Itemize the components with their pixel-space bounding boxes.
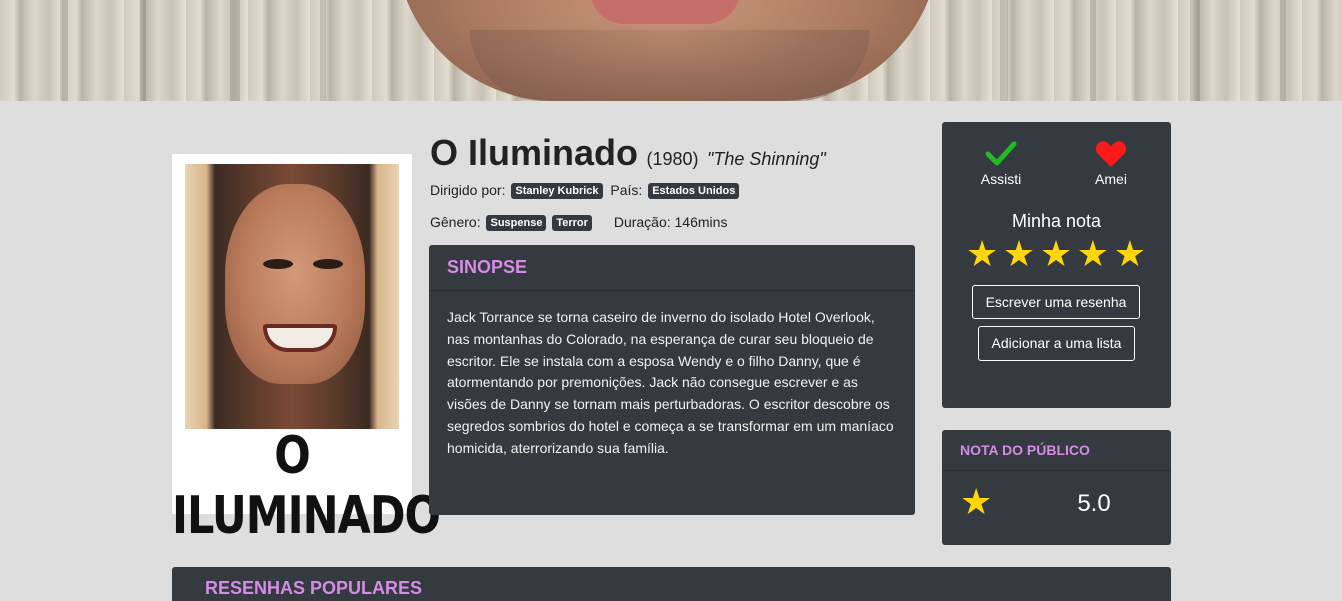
add-to-list-button[interactable]: Adicionar a uma lista — [978, 326, 1135, 361]
synopsis-text: Jack Torrance se torna caseiro de invern… — [447, 309, 894, 456]
country-label: País: — [610, 182, 643, 198]
popular-reviews-card: RESENHAS POPULARES — [172, 567, 1171, 601]
genre-duration-row: Gênero: Suspense Terror Duração: 146mins — [430, 214, 727, 231]
my-rating-label: Minha nota — [1011, 211, 1102, 231]
movie-poster: O ILUMINADO — [172, 154, 441, 546]
loved-button[interactable]: Amei — [1076, 140, 1146, 187]
synopsis-card: SINOPSE Jack Torrance se torna caseiro d… — [429, 245, 915, 515]
check-icon — [966, 140, 1036, 170]
title-line: O Iluminado (1980) "The Shinning" — [430, 132, 826, 174]
star-icon[interactable]: ★ — [1077, 236, 1109, 272]
popular-reviews-heading: RESENHAS POPULARES — [205, 578, 423, 598]
loved-label: Amei — [1095, 171, 1127, 187]
genre-badge-terror[interactable]: Terror — [552, 215, 592, 231]
my-rating-stars: ★ ★ ★ ★ ★ — [966, 236, 1146, 272]
country-badge[interactable]: Estados Unidos — [648, 183, 740, 199]
star-icon: ★ — [960, 481, 993, 522]
user-actions-card: Assisti Amei Minha nota ★ ★ ★ ★ ★ Escrev… — [942, 122, 1171, 408]
watched-button[interactable]: Assisti — [966, 140, 1036, 187]
write-review-button[interactable]: Escrever uma resenha — [972, 285, 1140, 319]
public-rating-card: NOTA DO PÚBLICO ★ 5.0 — [942, 430, 1171, 545]
duration-text: Duração: 146mins — [613, 214, 728, 230]
star-icon[interactable]: ★ — [966, 236, 998, 272]
director-label: Dirigido por: — [430, 182, 506, 198]
star-icon[interactable]: ★ — [1040, 236, 1072, 272]
star-icon[interactable]: ★ — [1003, 236, 1035, 272]
genre-label: Gênero: — [430, 214, 481, 230]
genre-badge-suspense[interactable]: Suspense — [486, 215, 547, 231]
watched-label: Assisti — [980, 171, 1022, 187]
poster-photo — [185, 164, 399, 429]
public-rating-score: 5.0 — [1077, 490, 1111, 517]
original-title: "The Shinning" — [706, 149, 826, 169]
movie-title: O Iluminado — [430, 132, 639, 173]
heart-icon — [1076, 140, 1146, 170]
movie-year: (1980) — [646, 149, 699, 169]
poster-title: O ILUMINADO — [172, 426, 441, 546]
hero-banner — [0, 0, 1342, 101]
public-rating-heading: NOTA DO PÚBLICO — [942, 430, 1171, 471]
synopsis-heading: SINOPSE — [429, 245, 915, 291]
director-badge[interactable]: Stanley Kubrick — [511, 183, 603, 199]
movie-info: O Iluminado (1980) "The Shinning" — [430, 132, 826, 174]
star-icon[interactable]: ★ — [1114, 236, 1146, 272]
director-country-row: Dirigido por: Stanley Kubrick País: Esta… — [430, 182, 740, 199]
